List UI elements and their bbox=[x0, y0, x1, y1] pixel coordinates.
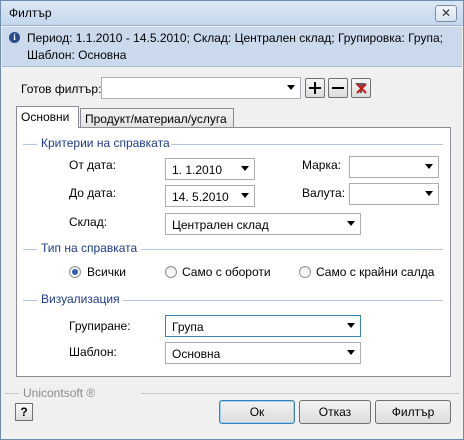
warehouse-combo[interactable]: Централен склад bbox=[165, 213, 361, 235]
section-divider bbox=[23, 249, 37, 250]
close-button[interactable]: ✕ bbox=[435, 5, 457, 22]
currency-combo[interactable] bbox=[349, 183, 439, 205]
chevron-down-icon bbox=[347, 350, 355, 355]
info-icon: i bbox=[9, 32, 20, 43]
template-value: Основна bbox=[172, 347, 221, 361]
filter-dialog: Филтър ✕ i Период: 1.1.2010 - 14.5.2010;… bbox=[0, 0, 464, 440]
filter-clear-icon bbox=[355, 83, 367, 94]
remove-filter-button[interactable] bbox=[328, 78, 348, 98]
title-bar[interactable]: Филтър ✕ bbox=[1, 1, 463, 26]
section-divider bbox=[23, 300, 37, 301]
chevron-down-icon bbox=[425, 191, 433, 196]
cancel-button[interactable]: Отказ bbox=[299, 400, 371, 424]
section-divider bbox=[141, 249, 443, 250]
radio-turnover-only-label[interactable]: Само с обороти bbox=[182, 265, 271, 279]
to-date-label: До дата: bbox=[69, 186, 117, 200]
chevron-down-icon bbox=[287, 85, 295, 90]
ready-filter-label: Готов филтър: bbox=[21, 82, 102, 96]
filter-button[interactable]: Филтър bbox=[375, 400, 451, 424]
help-icon: ? bbox=[20, 405, 28, 419]
chevron-down-icon bbox=[347, 221, 355, 226]
radio-turnover-only[interactable] bbox=[165, 266, 177, 278]
tab-product-label: Продукт/материал/услуга bbox=[85, 112, 227, 126]
warehouse-value: Централен склад bbox=[172, 218, 269, 232]
info-bar: i Период: 1.1.2010 - 14.5.2010; Склад: Ц… bbox=[2, 27, 462, 67]
from-date-value: 1. 1.2010 bbox=[172, 163, 223, 177]
minus-icon bbox=[332, 87, 344, 89]
grouping-label: Групиране: bbox=[69, 319, 131, 333]
window-title: Филтър bbox=[9, 6, 52, 20]
chevron-down-icon bbox=[241, 166, 249, 171]
visualization-section-title: Визуализация bbox=[41, 292, 120, 306]
brand-label: Марка: bbox=[302, 158, 341, 172]
template-combo[interactable]: Основна bbox=[165, 342, 361, 364]
section-divider bbox=[23, 144, 37, 145]
tab-product[interactable]: Продукт/материал/услуга bbox=[80, 108, 234, 127]
template-label: Шаблон: bbox=[69, 345, 117, 359]
add-filter-button[interactable] bbox=[305, 78, 325, 98]
clear-filter-button[interactable] bbox=[351, 78, 371, 98]
chevron-down-icon bbox=[347, 323, 355, 328]
footer-divider bbox=[5, 393, 19, 394]
chevron-down-icon bbox=[425, 164, 433, 169]
grouping-value: Група bbox=[172, 320, 204, 334]
grouping-combo[interactable]: Група bbox=[165, 315, 361, 337]
radio-all[interactable] bbox=[69, 266, 81, 278]
criteria-section-title: Критерии на справката bbox=[41, 136, 170, 150]
report-type-section-title: Тип на справката bbox=[41, 241, 138, 255]
help-button[interactable]: ? bbox=[15, 403, 33, 421]
radio-closing-balance-only-label[interactable]: Само с крайни салда bbox=[316, 265, 434, 279]
brand-combo[interactable] bbox=[349, 156, 439, 178]
ok-button[interactable]: Ок bbox=[219, 400, 295, 424]
brand-label: Unicontsoft ® bbox=[23, 386, 96, 400]
chevron-down-icon bbox=[241, 193, 249, 198]
currency-label: Валута: bbox=[302, 186, 346, 200]
warehouse-label: Склад: bbox=[69, 215, 108, 229]
tab-basic[interactable]: Основни bbox=[16, 106, 79, 128]
radio-closing-balance-only[interactable] bbox=[299, 266, 311, 278]
from-date-picker[interactable]: 1. 1.2010 bbox=[165, 158, 255, 180]
close-icon: ✕ bbox=[440, 6, 452, 20]
to-date-value: 14. 5.2010 bbox=[172, 190, 229, 204]
radio-all-label[interactable]: Всички bbox=[87, 265, 126, 279]
from-date-label: От дата: bbox=[69, 158, 116, 172]
section-divider bbox=[171, 144, 443, 145]
section-divider bbox=[123, 300, 443, 301]
ready-filter-combo[interactable] bbox=[101, 77, 301, 99]
tab-basic-label: Основни bbox=[21, 110, 70, 124]
to-date-picker[interactable]: 14. 5.2010 bbox=[165, 185, 255, 207]
filter-summary-text: Период: 1.1.2010 - 14.5.2010; Склад: Цен… bbox=[27, 31, 443, 62]
footer-divider bbox=[141, 393, 459, 394]
plus-icon bbox=[309, 82, 321, 94]
